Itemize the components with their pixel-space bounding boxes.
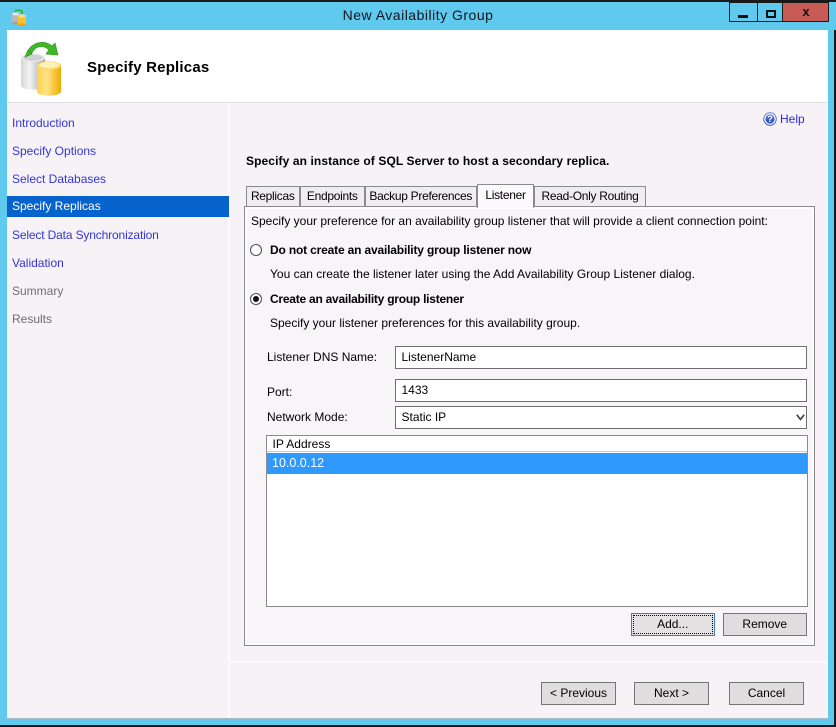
svg-text:?: ?	[767, 114, 773, 125]
